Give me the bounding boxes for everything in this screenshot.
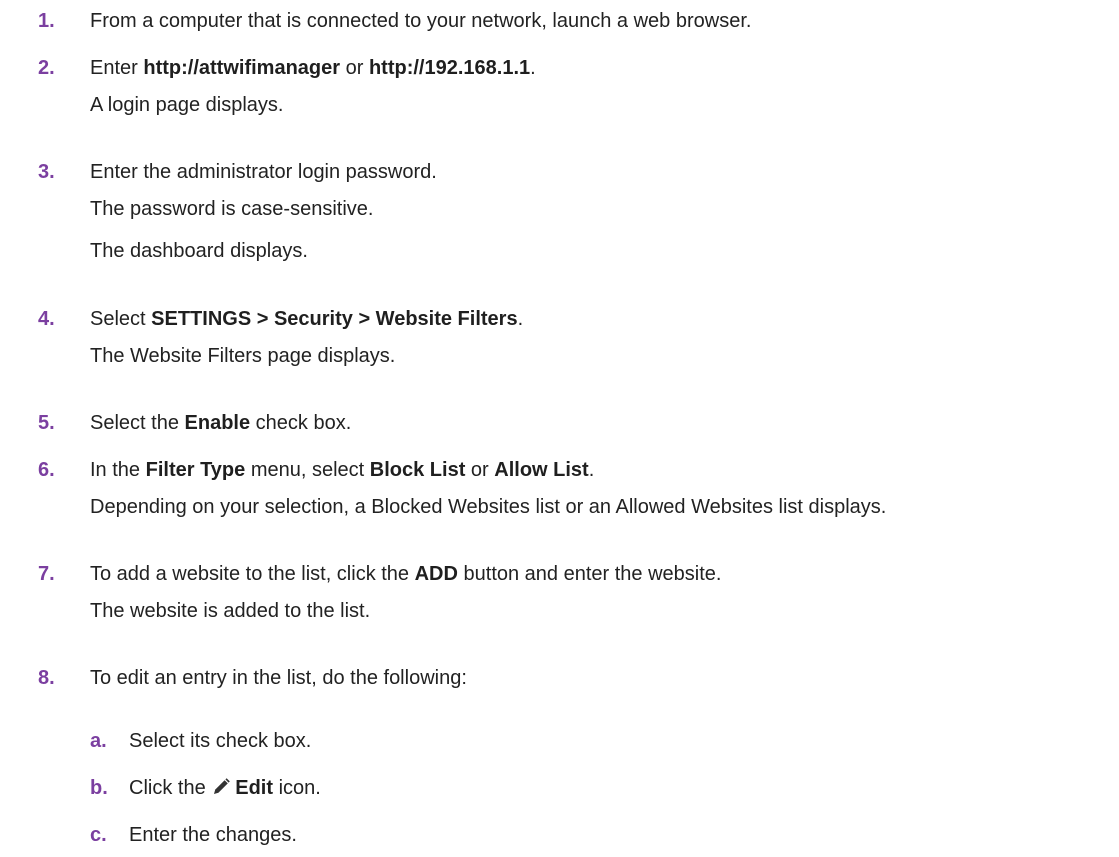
text-run: To add a website to the list, click the	[90, 563, 415, 585]
menu-path: SETTINGS > Security > Website Filters	[151, 308, 518, 330]
step-note: The password is case-sensitive.	[90, 198, 374, 220]
step-note: A login page displays.	[90, 94, 284, 116]
step-text: Enter http://attwifimanager or http://19…	[90, 57, 536, 79]
step-number: 4.	[38, 308, 55, 330]
allow-list-label: Allow List	[494, 459, 589, 481]
text-run: .	[530, 57, 536, 79]
filter-type-label: Filter Type	[145, 459, 246, 481]
substep-text: Click the Edit icon.	[129, 777, 321, 799]
step-text: Select SETTINGS > Security > Website Fil…	[90, 308, 523, 330]
text-run: .	[517, 308, 524, 330]
url-attwifimanager: http://attwifimanager	[143, 57, 341, 79]
url-ip-address: http://192.168.1.1	[368, 57, 531, 79]
text-run: Select the	[90, 412, 185, 434]
step-number: 8.	[38, 667, 55, 689]
step-text: To edit an entry in the list, do the fol…	[90, 667, 467, 689]
block-list-label: Block List	[369, 459, 466, 481]
step-text: Select the Enable check box.	[90, 412, 351, 434]
step-number: 3.	[38, 161, 55, 183]
step-number: 2.	[38, 57, 55, 79]
add-label: ADD	[414, 563, 458, 585]
text-run: Select	[90, 308, 152, 330]
enable-label: Enable	[184, 412, 251, 434]
text-run: check box.	[250, 412, 352, 434]
text-run: button and enter the website.	[457, 563, 722, 585]
pencil-icon	[211, 777, 231, 797]
step-number: 6.	[38, 459, 55, 481]
step-number: 7.	[38, 563, 55, 585]
text-run: .	[588, 459, 595, 481]
substep-text: Enter the changes.	[129, 824, 297, 846]
step-text: From a computer that is connected to you…	[90, 10, 752, 32]
substep-letter: b.	[90, 777, 108, 799]
substep-letter: a.	[90, 730, 107, 752]
step-text: To add a website to the list, click the …	[90, 563, 721, 585]
text-run: or	[465, 459, 495, 481]
text-run: In the	[90, 459, 146, 481]
text-run: Click the	[129, 777, 212, 799]
step-text: In the Filter Type menu, select Block Li…	[90, 459, 594, 481]
text-run: menu, select	[245, 459, 370, 481]
step-number: 5.	[38, 412, 55, 434]
step-note: The dashboard displays.	[90, 240, 308, 262]
substep-letter: c.	[90, 824, 107, 846]
edit-label: Edit	[235, 777, 274, 799]
step-note: The Website Filters page displays.	[90, 345, 396, 367]
step-text: Enter the administrator login password.	[90, 161, 437, 183]
text-run: Enter	[90, 57, 144, 79]
step-note: Depending on your selection, a Blocked W…	[90, 496, 887, 518]
text-run: icon.	[273, 777, 321, 799]
text-run: or	[340, 57, 369, 79]
step-note: The website is added to the list.	[90, 600, 371, 622]
substep-text: Select its check box.	[129, 730, 312, 752]
step-number: 1.	[38, 10, 55, 32]
